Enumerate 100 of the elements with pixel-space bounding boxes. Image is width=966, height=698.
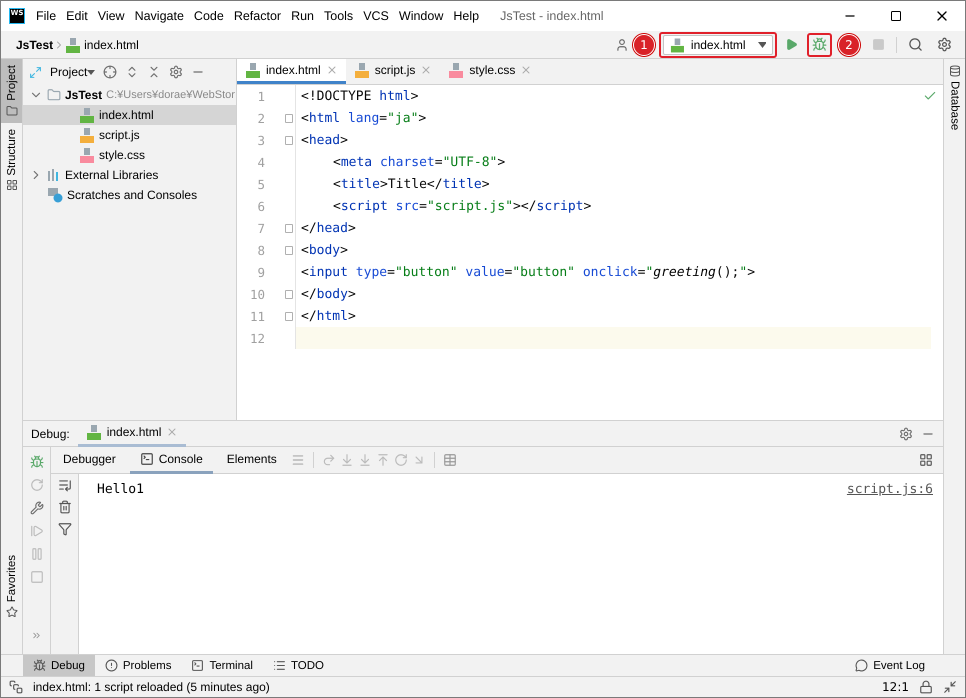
- close-icon[interactable]: [326, 64, 338, 76]
- caret-icon: [87, 70, 96, 74]
- play-icon: [784, 38, 798, 51]
- trash-icon[interactable]: [58, 500, 72, 514]
- pause-icon[interactable]: [30, 547, 44, 561]
- file-icon: [79, 107, 95, 123]
- step-over-icon[interactable]: [322, 453, 336, 467]
- run-config-dropdown[interactable]: index.html: [663, 34, 773, 54]
- line-number: 3: [256, 132, 265, 148]
- status-message: index.html: 1 script reloaded (5 minutes ago): [33, 680, 271, 694]
- tool-window-button[interactable]: Terminal: [181, 655, 263, 676]
- debug-button[interactable]: [807, 32, 832, 56]
- editor-tab[interactable]: index.html: [237, 59, 346, 84]
- tool-window-tab[interactable]: Database: [944, 59, 965, 136]
- speech-bubble-icon: [855, 659, 868, 672]
- close-icon[interactable]: [420, 64, 432, 76]
- fold-marker[interactable]: [285, 312, 293, 320]
- line-number: 9: [256, 264, 265, 280]
- breadcrumb-item[interactable]: index.html: [84, 38, 139, 52]
- resume-icon[interactable]: [30, 524, 44, 538]
- lock-icon[interactable]: [919, 680, 933, 694]
- scroll-to-end-icon[interactable]: [58, 478, 72, 492]
- tool-window-tab[interactable]: Structure: [1, 122, 22, 198]
- user-icon[interactable]: [615, 38, 629, 52]
- fold-marker[interactable]: [285, 246, 293, 254]
- caret-position[interactable]: 12:1: [882, 680, 909, 694]
- menu-item[interactable]: Run: [286, 9, 319, 23]
- stop-icon: [872, 38, 884, 51]
- menu-item[interactable]: Window: [394, 9, 448, 23]
- restart-frame-icon[interactable]: [394, 453, 408, 467]
- fold-marker[interactable]: [285, 136, 293, 144]
- search-icon: [908, 37, 923, 52]
- fold-marker[interactable]: [285, 114, 293, 122]
- editor-tab[interactable]: style.css: [440, 59, 540, 84]
- step-into-icon[interactable]: [340, 453, 354, 467]
- list-icon: [272, 659, 286, 672]
- close-icon[interactable]: [166, 426, 178, 438]
- panel-toggle-icon[interactable]: [9, 680, 23, 694]
- line-number: 2: [256, 110, 265, 126]
- table-icon[interactable]: [442, 453, 457, 467]
- tree-item[interactable]: script.js: [23, 125, 236, 145]
- line-number: 8: [256, 242, 265, 258]
- menu-item[interactable]: Help: [448, 9, 484, 23]
- tool-window-tab[interactable]: Favorites: [1, 548, 22, 624]
- annotation-badge: 1: [633, 34, 655, 56]
- bug-icon[interactable]: [30, 455, 44, 469]
- fold-marker[interactable]: [285, 224, 293, 232]
- rerun-icon[interactable]: [30, 478, 44, 492]
- alert-icon: [104, 659, 118, 672]
- line-number: 12: [248, 330, 265, 346]
- tool-window-button[interactable]: TODO: [262, 655, 334, 676]
- stop-icon[interactable]: [30, 570, 44, 584]
- tree-item[interactable]: JsTest C:¥Users¥dorae¥WebStor: [23, 85, 236, 105]
- scratch-icon: [47, 187, 63, 203]
- menu-icon[interactable]: [290, 453, 305, 467]
- breadcrumb-item[interactable]: JsTest: [16, 38, 54, 52]
- debug-tab[interactable]: Console: [130, 446, 213, 474]
- console-icon: [140, 452, 154, 466]
- menu-item[interactable]: Code: [188, 9, 229, 23]
- menu-item[interactable]: VCS: [358, 9, 394, 23]
- maximize-icon: [890, 10, 902, 22]
- menu-item[interactable]: Navigate: [130, 9, 189, 23]
- folder-icon: [47, 88, 61, 102]
- fold-marker[interactable]: [285, 290, 293, 298]
- tool-window-tab[interactable]: Project: [1, 59, 22, 123]
- event-log-button[interactable]: Event Log: [845, 655, 935, 676]
- file-icon: [245, 62, 261, 78]
- more-icon[interactable]: [31, 630, 42, 641]
- source-link[interactable]: script.js:6: [846, 482, 933, 497]
- tool-window-button[interactable]: Debug: [23, 655, 95, 676]
- editor-tab[interactable]: script.js: [346, 59, 440, 84]
- close-icon[interactable]: [520, 64, 532, 76]
- view-selector[interactable]: Project: [50, 65, 96, 79]
- line-number: 6: [256, 198, 265, 214]
- folder-icon: [6, 104, 18, 117]
- force-step-into-icon[interactable]: [358, 453, 372, 467]
- line-number: 10: [248, 286, 265, 302]
- tree-item[interactable]: External Libraries: [23, 165, 236, 185]
- menu-item[interactable]: Tools: [319, 9, 358, 23]
- settings-icon[interactable]: [169, 65, 184, 79]
- menu-item[interactable]: Refactor: [228, 9, 286, 23]
- settings-icon[interactable]: [899, 426, 913, 440]
- tree-item[interactable]: Scratches and Consoles: [23, 185, 236, 205]
- menu-item[interactable]: Edit: [61, 9, 93, 23]
- tool-window-button[interactable]: Problems: [94, 655, 182, 676]
- tree-item[interactable]: index.html: [23, 105, 236, 125]
- tree-item[interactable]: style.css: [23, 145, 236, 165]
- menu-item[interactable]: View: [92, 9, 130, 23]
- menu-item[interactable]: File: [31, 9, 62, 23]
- debug-tab[interactable]: Debugger: [53, 446, 126, 474]
- annotation-badge: 2: [838, 34, 860, 56]
- layout-icon[interactable]: [919, 453, 933, 467]
- wrench-icon[interactable]: [30, 501, 44, 515]
- settings-icon: [937, 37, 952, 52]
- caret-icon: [758, 42, 766, 48]
- structure-icon: [6, 179, 18, 192]
- filter-icon[interactable]: [58, 522, 72, 536]
- locate-icon[interactable]: [103, 65, 118, 79]
- step-out-icon[interactable]: [376, 453, 390, 467]
- debug-tab[interactable]: Elements: [216, 446, 287, 474]
